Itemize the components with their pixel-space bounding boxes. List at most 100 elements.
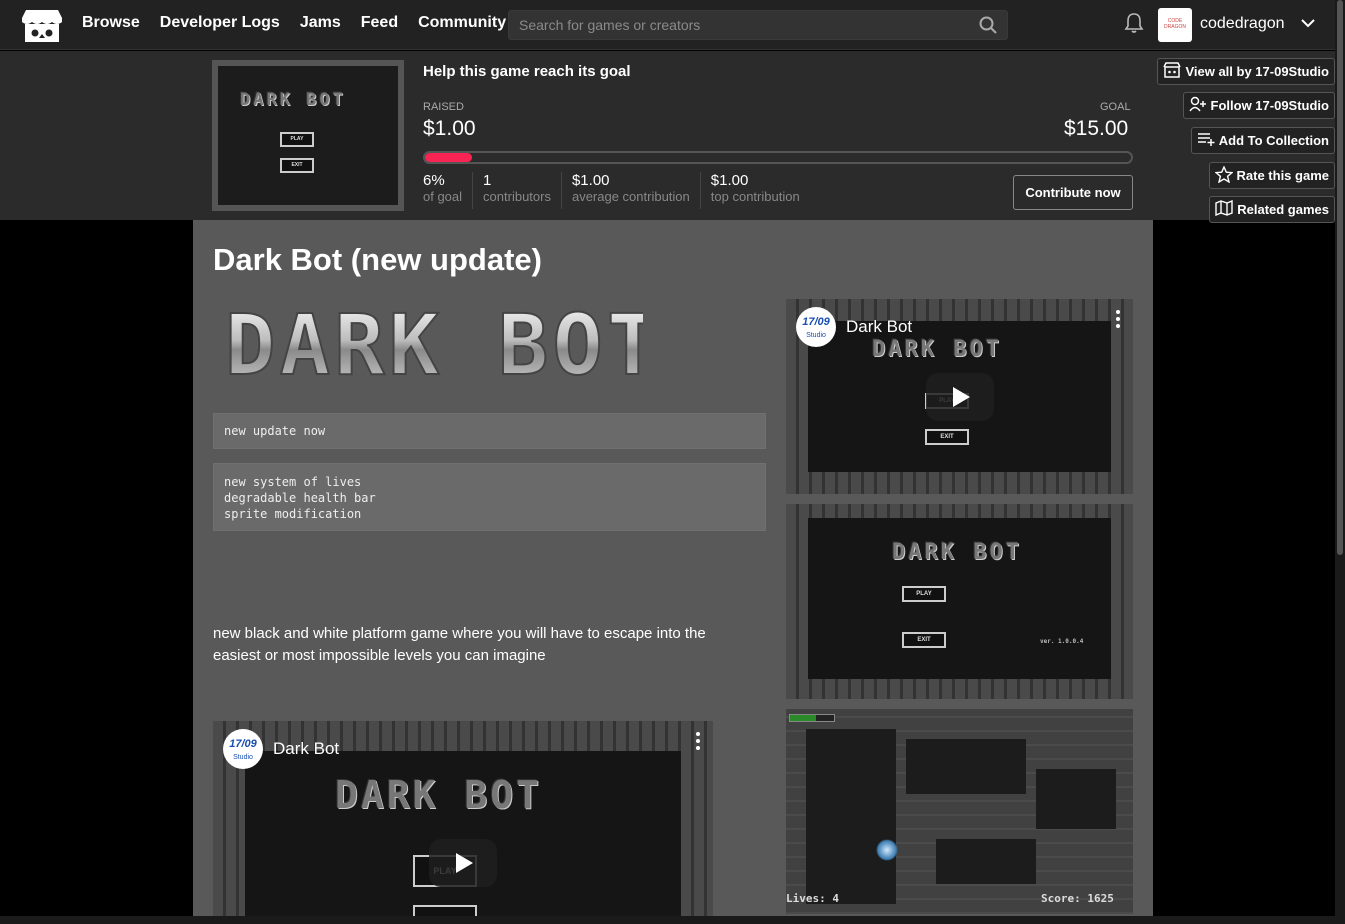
video-play-button[interactable] <box>926 373 994 421</box>
search-box <box>508 10 1008 40</box>
stat-label: top contribution <box>710 189 800 204</box>
thumbnail-play-label: PLAY <box>280 132 314 147</box>
store-icon <box>1163 62 1182 81</box>
gameplay-wall <box>1036 769 1116 829</box>
stat-value: 1 <box>483 172 492 189</box>
stat-contributors: 1 contributors <box>483 172 562 209</box>
nav-links: Browse Developer Logs Jams Feed Communit… <box>82 14 506 32</box>
gameplay-wall <box>936 839 1036 884</box>
stat-value: $1.00 <box>571 172 610 189</box>
game-logo-text: DARK BOT <box>225 296 643 386</box>
search-input[interactable] <box>509 11 1007 39</box>
change-item: new system of lives <box>224 475 362 489</box>
raised-label: RAISED <box>423 101 464 113</box>
more-vertical-icon[interactable] <box>695 731 701 756</box>
screenshot-play-label: PLAY <box>902 586 946 602</box>
changes-block: new system of lives degradable health ba… <box>213 463 766 531</box>
lives-counter: Lives: 4 <box>786 892 839 905</box>
video-header: 17/09 Studio Dark Bot <box>796 307 912 347</box>
video-embed[interactable]: DARK BOT PLAY 17/09 Studio Dark Bot <box>213 721 713 924</box>
change-item: degradable health bar <box>224 491 376 505</box>
add-to-collection-button[interactable]: Add To Collection <box>1190 127 1335 154</box>
funding-stats: 6% of goal 1 contributors $1.00 average … <box>423 172 820 209</box>
player-sprite <box>876 839 898 861</box>
funding-progress-fill <box>425 153 473 162</box>
video-play-button[interactable] <box>429 839 497 887</box>
related-games-label: Related games <box>1237 202 1329 217</box>
raised-amount: $1.00 <box>423 117 476 140</box>
video-title[interactable]: Dark Bot <box>273 739 339 759</box>
screenshot-gameplay[interactable]: Lives: 4 Score: 1625 <box>786 709 1133 914</box>
stat-value: $1.00 <box>710 172 749 189</box>
channel-logo[interactable]: 17/09 Studio <box>223 729 263 769</box>
nav-jams-link[interactable]: Jams <box>300 14 341 32</box>
stat-label: average contribution <box>571 189 690 204</box>
version-label: ver. 1.0.0.4 <box>1040 638 1084 645</box>
game-thumbnail[interactable]: DARK BOT PLAY EXIT <box>212 60 404 211</box>
nav-devlogs-link[interactable]: Developer Logs <box>160 14 280 32</box>
channel-logo-text: 17/09 <box>802 316 830 328</box>
channel-logo-sub: Studio <box>233 754 253 761</box>
more-vertical-icon[interactable] <box>1115 309 1121 334</box>
rate-game-label: Rate this game <box>1236 168 1329 183</box>
rate-game-button[interactable]: Rate this game <box>1208 162 1335 189</box>
chevron-down-icon[interactable] <box>1300 16 1316 34</box>
thumbnail-logo-text: DARK BOT <box>240 90 346 110</box>
goal-amount: $15.00 <box>1064 117 1129 140</box>
contribute-button[interactable]: Contribute now <box>1013 175 1133 210</box>
channel-logo-sub: Studio <box>806 332 826 339</box>
notifications-bell-icon[interactable] <box>1124 12 1144 39</box>
nav-feed-link[interactable]: Feed <box>361 14 398 32</box>
stat-value: 6% <box>423 172 445 189</box>
collection-icon <box>1197 131 1215 150</box>
stat-average: $1.00 average contribution <box>572 172 701 209</box>
goal-label: GOAL <box>1100 101 1131 113</box>
screenshot-exit-label: EXIT <box>925 429 969 445</box>
itch-logo-icon[interactable] <box>22 8 62 44</box>
change-item: sprite modification <box>224 507 362 521</box>
stat-of-goal: 6% of goal <box>423 172 474 209</box>
view-all-label: View all by 17-09Studio <box>1185 64 1329 79</box>
update-note-block: new update now <box>213 413 766 449</box>
map-icon <box>1215 199 1233 219</box>
follow-label: Follow 17-09Studio <box>1210 98 1329 113</box>
view-all-by-studio-button[interactable]: View all by 17-09Studio <box>1157 58 1335 85</box>
funding-panel: DARK BOT PLAY EXIT Help this game reach … <box>0 51 1335 220</box>
funding-title: Help this game reach its goal <box>423 63 631 80</box>
thumbnail-exit-label: EXIT <box>280 158 314 173</box>
screenshot-menu[interactable]: DARK BOT PLAY EXIT ver. 1.0.0.4 <box>786 504 1133 699</box>
page-scrollbar[interactable] <box>1335 0 1345 924</box>
health-bar <box>789 714 835 722</box>
video-logo-text: DARK BOT <box>335 773 543 817</box>
nav-community-link[interactable]: Community <box>418 14 506 32</box>
channel-logo[interactable]: 17/09 Studio <box>796 307 836 347</box>
health-bar-fill <box>790 715 817 721</box>
user-avatar[interactable]: CODE DRAGON <box>1158 8 1192 42</box>
stat-label: of goal <box>423 189 463 204</box>
stat-label: contributors <box>483 189 551 204</box>
add-to-collection-label: Add To Collection <box>1218 133 1329 148</box>
username-label[interactable]: codedragon <box>1200 15 1285 33</box>
related-games-button[interactable]: Related games <box>1209 196 1335 223</box>
score-counter: Score: 1625 <box>1041 892 1114 905</box>
top-navigation: Browse Developer Logs Jams Feed Communit… <box>0 0 1335 50</box>
video-header: 17/09 Studio Dark Bot <box>223 729 339 769</box>
game-title: Dark Bot (new update) <box>213 242 542 277</box>
game-logo-image: DARK BOT <box>213 295 659 395</box>
star-icon <box>1213 164 1234 186</box>
follow-studio-button[interactable]: Follow 17-09Studio <box>1182 92 1335 119</box>
scrollbar-thumb[interactable] <box>1337 0 1343 555</box>
channel-logo-text: 17/09 <box>229 738 257 750</box>
video-title[interactable]: Dark Bot <box>846 317 912 337</box>
gameplay-wall <box>906 739 1026 794</box>
funding-progress-bar <box>423 151 1133 164</box>
search-icon[interactable] <box>979 16 997 39</box>
screenshot-logo-text: DARK BOT <box>892 540 1022 565</box>
bottom-strip <box>0 916 1335 924</box>
follow-icon <box>1188 96 1207 115</box>
stat-top: $1.00 top contribution <box>711 172 810 209</box>
screenshot-video-thumb[interactable]: DARK BOT PLAY EXIT 17/09 Studio Dark Bot <box>786 299 1133 494</box>
game-page: Dark Bot (new update) DARK BOT new updat… <box>193 220 1153 924</box>
nav-browse-link[interactable]: Browse <box>82 14 140 32</box>
gameplay-wall <box>806 729 896 904</box>
